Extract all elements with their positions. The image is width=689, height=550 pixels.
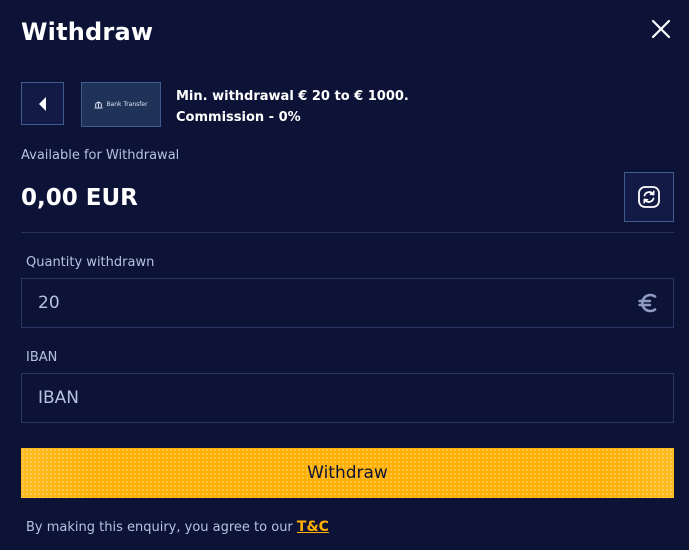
divider [21,232,674,233]
commission-info: Commission - 0% [176,110,301,125]
close-button[interactable] [648,16,674,42]
refresh-balance-button[interactable] [624,172,674,222]
bank-icon [94,101,103,108]
close-icon [651,19,671,39]
quantity-input[interactable] [21,278,674,328]
terms-notice: By making this enquiry, you agree to our… [26,519,329,535]
withdraw-button-label: Withdraw [307,463,388,483]
back-button[interactable] [21,82,64,125]
quantity-label: Quantity withdrawn [26,255,155,270]
available-balance: 0,00 EUR [21,185,138,211]
caret-left-icon [38,96,46,111]
payment-method-bank-transfer[interactable]: Bank Transfer [81,82,161,127]
euro-icon [638,293,657,313]
available-label: Available for Withdrawal [21,148,180,163]
withdrawal-limits: Min. withdrawal € 20 to € 1000. [176,89,409,104]
withdraw-button[interactable]: Withdraw [21,448,674,498]
withdrawal-info: Min. withdrawal € 20 to € 1000. Commissi… [176,86,409,128]
terms-link[interactable]: T&C [297,519,329,535]
iban-input[interactable] [21,373,674,423]
iban-label: IBAN [26,350,58,365]
dialog-title: Withdraw [21,18,154,46]
payment-method-label: Bank Transfer [106,101,148,108]
terms-text: By making this enquiry, you agree to our [26,520,297,535]
refresh-icon [638,186,660,208]
